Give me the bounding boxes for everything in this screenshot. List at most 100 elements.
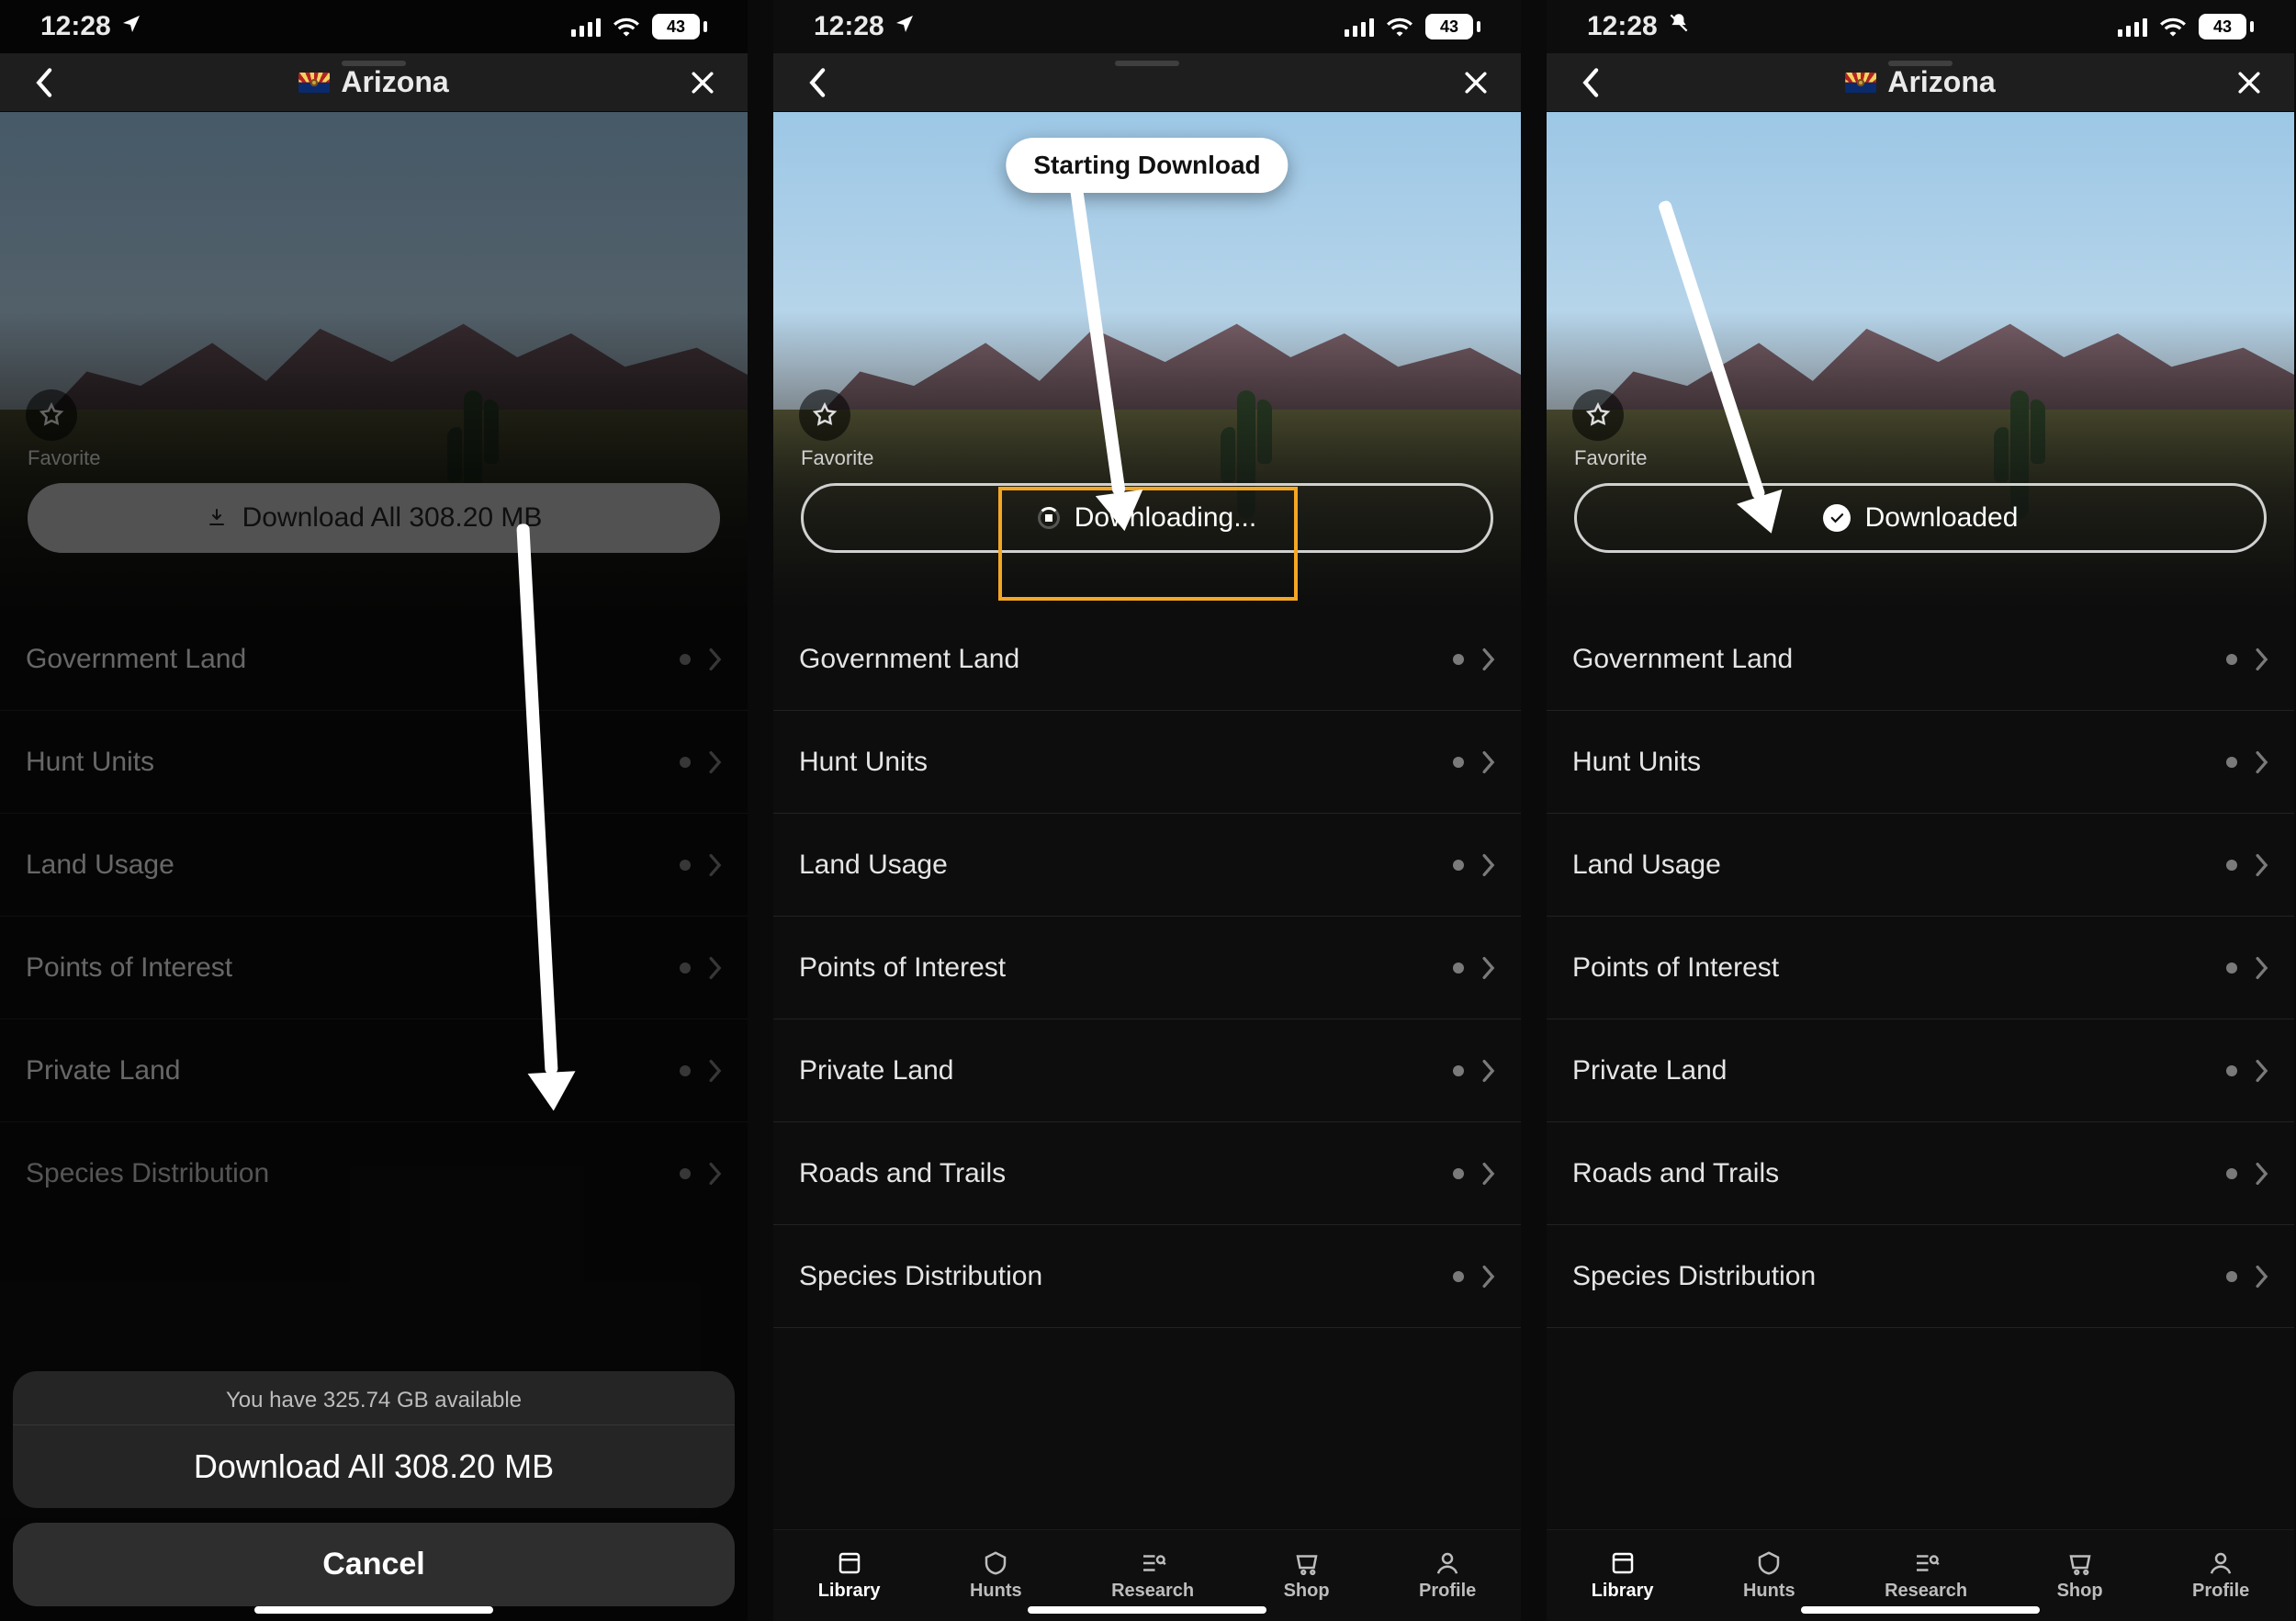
chevron-right-icon [1480, 1059, 1495, 1083]
check-icon [1823, 504, 1851, 532]
chevron-right-icon [2254, 1265, 2268, 1289]
layer-row[interactable]: Private Land [1547, 1019, 2294, 1122]
chevron-right-icon [2254, 647, 2268, 671]
wifi-icon [2160, 17, 2186, 37]
title-text: Arizona [1887, 65, 1995, 99]
tab-hunts[interactable]: Hunts [970, 1549, 1022, 1602]
nav-header [773, 53, 1521, 112]
back-button[interactable] [797, 62, 839, 104]
tab-profile[interactable]: Profile [1419, 1549, 1476, 1602]
layer-name: Land Usage [1572, 850, 1721, 881]
layer-row[interactable]: Land Usage [773, 814, 1521, 917]
drag-handle[interactable] [1115, 61, 1179, 66]
favorite-label: Favorite [1574, 446, 1647, 470]
tab-label: Hunts [970, 1581, 1022, 1602]
toast-label: Starting Download [1033, 151, 1260, 179]
home-indicator[interactable] [254, 1606, 493, 1614]
phone-screen-3: 12:28 43 [1547, 0, 2294, 1621]
close-button[interactable] [681, 62, 724, 104]
flag-icon [298, 73, 330, 93]
layer-row[interactable]: Government Land [1547, 608, 2294, 711]
home-indicator[interactable] [1801, 1606, 2040, 1614]
layer-row[interactable]: Private Land [773, 1019, 1521, 1122]
close-button[interactable] [1455, 62, 1497, 104]
tab-label: Library [818, 1581, 881, 1602]
location-icon [894, 11, 916, 42]
layer-row[interactable]: Roads and Trails [1547, 1122, 2294, 1225]
wifi-icon [613, 17, 639, 37]
tab-label: Shop [1284, 1581, 1330, 1602]
status-dot-icon [1453, 1168, 1464, 1179]
layer-row[interactable]: Land Usage [1547, 814, 2294, 917]
layer-row[interactable]: Roads and Trails [773, 1122, 1521, 1225]
page-title: Arizona [298, 65, 448, 99]
drag-handle[interactable] [1888, 61, 1953, 66]
drag-handle[interactable] [342, 61, 406, 66]
favorite-group: Favorite [1572, 389, 1647, 470]
status-dot-icon [2226, 1168, 2237, 1179]
tab-profile[interactable]: Profile [2192, 1549, 2249, 1602]
status-bar: 12:28 43 [773, 0, 1521, 53]
downloaded-label: Downloaded [1865, 502, 2019, 534]
status-dot-icon [1453, 757, 1464, 768]
cell-signal-icon [571, 17, 601, 37]
layer-row[interactable]: Points of Interest [1547, 917, 2294, 1019]
layer-name: Roads and Trails [799, 1158, 1006, 1189]
status-dot-icon [2226, 654, 2237, 665]
status-dot-icon [2226, 1065, 2237, 1076]
chevron-right-icon [2254, 853, 2268, 877]
back-button[interactable] [1570, 62, 1613, 104]
layer-name: Government Land [799, 644, 1019, 675]
tab-label: Profile [1419, 1581, 1476, 1602]
action-sheet: You have 325.74 GB available Download Al… [13, 1371, 735, 1606]
phone-screen-2: 12:28 43 [773, 0, 1521, 1621]
layer-row[interactable]: Hunt Units [1547, 711, 2294, 814]
chevron-right-icon [1480, 956, 1495, 980]
tab-shop[interactable]: Shop [2057, 1549, 2103, 1602]
chevron-right-icon [2254, 956, 2268, 980]
tab-shop[interactable]: Shop [1284, 1549, 1330, 1602]
layer-row[interactable]: Points of Interest [773, 917, 1521, 1019]
tab-label: Shop [2057, 1581, 2103, 1602]
cancel-label: Cancel [322, 1547, 425, 1582]
sheet-download-action[interactable]: Download All 308.20 MB [13, 1425, 735, 1508]
layer-row[interactable]: Government Land [773, 608, 1521, 711]
status-bar: 12:28 43 [0, 0, 748, 53]
layer-row[interactable]: Hunt Units [773, 711, 1521, 814]
tab-library[interactable]: Library [1592, 1549, 1654, 1602]
tab-label: Research [1885, 1581, 1967, 1602]
favorite-label: Favorite [801, 446, 873, 470]
favorite-button[interactable] [1572, 389, 1624, 441]
cancel-button[interactable]: Cancel [13, 1523, 735, 1606]
chevron-right-icon [1480, 853, 1495, 877]
layer-row[interactable]: Species Distribution [1547, 1225, 2294, 1328]
layer-name: Hunt Units [799, 747, 928, 778]
status-dot-icon [2226, 860, 2237, 871]
layer-name: Hunt Units [1572, 747, 1701, 778]
tab-research[interactable]: Research [1885, 1549, 1967, 1602]
favorite-button[interactable] [799, 389, 850, 441]
battery-icon: 43 [652, 14, 707, 39]
status-dot-icon [2226, 1271, 2237, 1282]
status-dot-icon [2226, 757, 2237, 768]
chevron-right-icon [2254, 1059, 2268, 1083]
silent-icon [1667, 11, 1691, 42]
close-button[interactable] [2228, 62, 2270, 104]
nav-header: Arizona [1547, 53, 2294, 112]
downloaded-button[interactable]: Downloaded [1574, 483, 2267, 553]
flag-icon [1845, 73, 1876, 93]
layer-row[interactable]: Species Distribution [773, 1225, 1521, 1328]
home-indicator[interactable] [1028, 1606, 1266, 1614]
status-dot-icon [1453, 1065, 1464, 1076]
layer-name: Species Distribution [799, 1261, 1042, 1292]
status-dot-icon [1453, 860, 1464, 871]
tab-library[interactable]: Library [818, 1549, 881, 1602]
status-time: 12:28 [40, 11, 111, 42]
layer-list: Government Land Hunt Units Land Usage Po… [773, 608, 1521, 1621]
tab-hunts[interactable]: Hunts [1743, 1549, 1795, 1602]
phone-screen-1: 12:28 43 [0, 0, 748, 1621]
chevron-right-icon [2254, 750, 2268, 774]
back-button[interactable] [24, 62, 66, 104]
tab-research[interactable]: Research [1111, 1549, 1194, 1602]
nav-header: Arizona [0, 53, 748, 112]
